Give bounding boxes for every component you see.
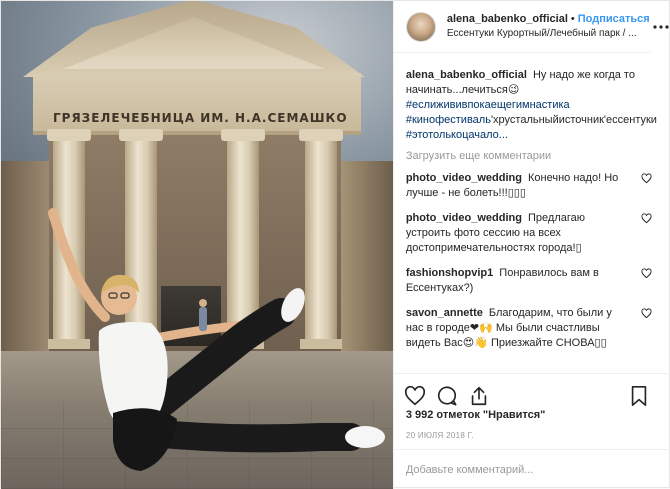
comment-like-heart-icon[interactable] — [641, 213, 652, 224]
comment-item: photo_video_wedding Предлагаю устроить ф… — [406, 211, 658, 256]
follow-button[interactable]: Подписаться — [578, 13, 650, 25]
comment-button[interactable] — [436, 380, 468, 412]
post-header: alena_babenko_official • Подписаться Ессен… — [393, 1, 669, 53]
comment-item: photo_video_wedding Конечно надо! Но луч… — [406, 171, 658, 201]
share-button[interactable] — [468, 380, 500, 412]
add-comment-bar — [393, 449, 670, 489]
comment-username[interactable]: photo_video_wedding — [406, 172, 522, 184]
header-username[interactable]: alena_babenko_official — [447, 13, 568, 25]
like-button[interactable] — [404, 380, 436, 412]
hashtag-link[interactable]: #еслижививпокаещегимнастика — [406, 99, 570, 111]
caption-username[interactable]: alena_babenko_official — [406, 69, 527, 81]
comment-username[interactable]: fashionshopvip1 — [406, 267, 493, 279]
comment-like-heart-icon[interactable] — [641, 173, 652, 184]
comment-username[interactable]: savon_annette — [406, 307, 483, 319]
ellipsis-icon — [653, 25, 669, 29]
add-comment-input[interactable] — [405, 463, 658, 476]
post-sidebar: alena_babenko_official • Подписаться Ессен… — [392, 1, 670, 489]
comments-section: alena_babenko_official Ну надо же когда … — [394, 53, 670, 373]
save-button[interactable] — [628, 380, 660, 412]
comment-like-heart-icon[interactable] — [641, 308, 652, 319]
post-date[interactable]: 20 ИЮЛЯ 2018 Г. — [406, 431, 474, 440]
comment-icon — [437, 385, 457, 406]
header-line: alena_babenko_official • Подписаться — [447, 12, 657, 27]
likes-count[interactable]: 3 992 отметок "Нравится" — [406, 409, 546, 421]
instagram-post: ГРЯЗЕЛЕЧЕБНИЦА ИМ. Н.А.СЕМАШКО alena_bab… — [0, 0, 670, 489]
share-icon — [471, 386, 487, 405]
post-photo[interactable]: ГРЯЗЕЛЕЧЕБНИЦА ИМ. Н.А.СЕМАШКО — [1, 1, 393, 489]
hashtag-link[interactable]: #кинофестиваль — [406, 114, 491, 126]
hashtag-link[interactable]: #этотолькоцачало... — [406, 129, 508, 141]
comment-username[interactable]: photo_video_wedding — [406, 212, 522, 224]
location-link[interactable]: Ессентуки Курортный/Лечебный парк / ... — [447, 27, 657, 41]
more-options-icon[interactable] — [651, 1, 669, 53]
post-caption: alena_babenko_official Ну надо же когда … — [406, 68, 658, 143]
photo-woman-figure — [48, 208, 385, 471]
comment-item: fashionshopvip1 Понравилось вам в Ессент… — [406, 266, 658, 296]
comment-item: savon_annette Благодарим, что были у нас… — [406, 306, 658, 351]
header-separator: • — [570, 13, 575, 25]
heart-icon — [404, 385, 425, 405]
load-more-comments-button[interactable]: Загрузить еще комментарии — [406, 149, 658, 164]
caption-mid-text: 'хрустальныйисточник'ессентуки — [490, 114, 657, 126]
bookmark-icon — [631, 385, 647, 406]
header-text: alena_babenko_official • Подписаться Ессен… — [447, 12, 657, 41]
comment-like-heart-icon[interactable] — [641, 268, 652, 279]
avatar[interactable] — [405, 11, 436, 42]
